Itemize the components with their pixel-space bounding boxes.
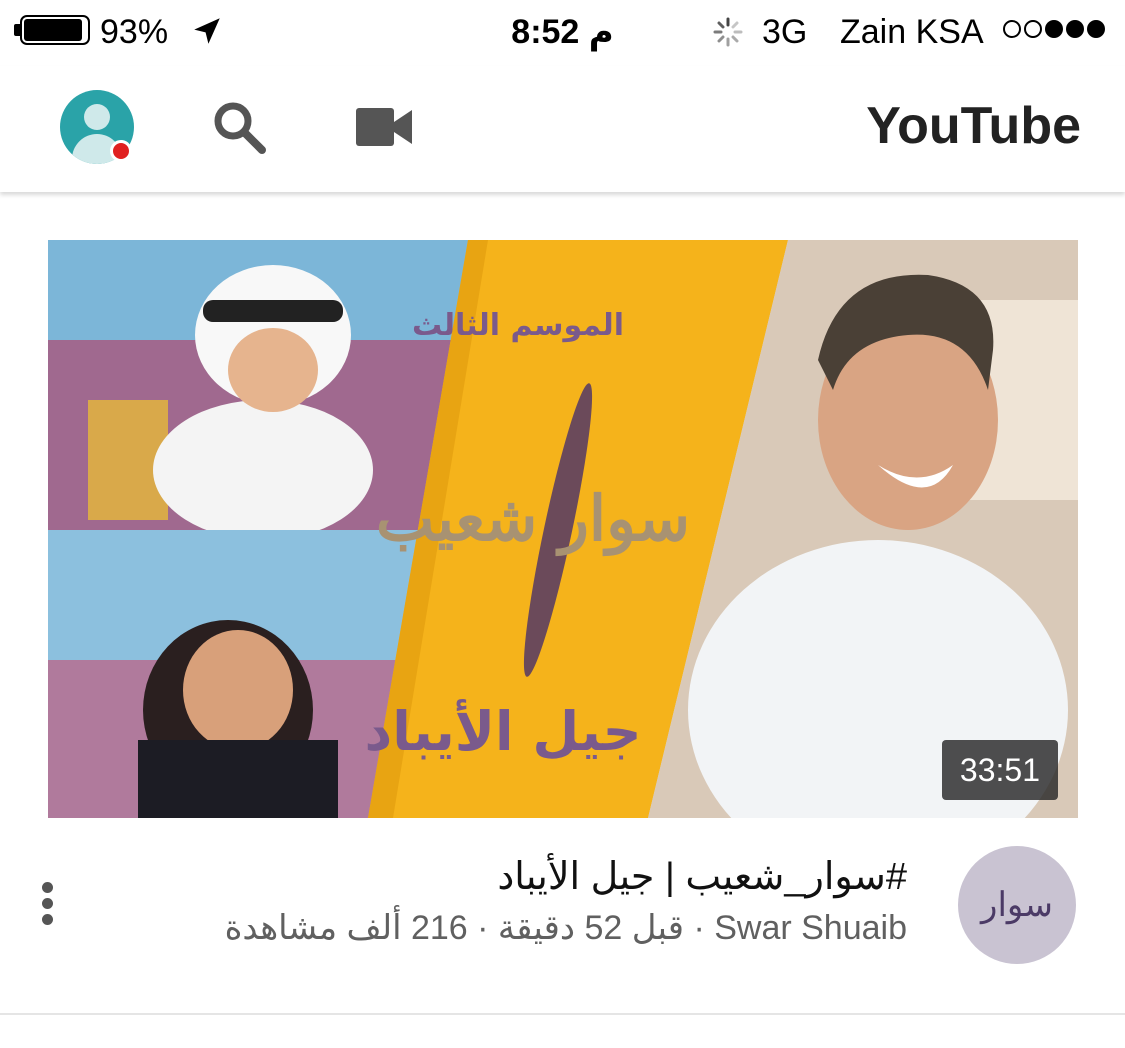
channel-name[interactable]: Swar Shuaib [714,909,907,947]
search-icon[interactable] [208,96,270,158]
video-meta: سوار شعيب #سوار_شعيب | جيل الأيباد قبل 5… [0,830,1125,980]
activity-spinner-icon [713,17,743,47]
notification-dot [110,140,132,162]
network-type: 3G [762,13,808,51]
thumbnail-logo-text: سوار شعيب [376,482,690,557]
app-bar: YouTube [0,66,1125,192]
video-thumbnail[interactable]: الموسم الثالث سوار شعيب جيل الأيباد 33:5… [48,240,1078,818]
signal-dot [1066,20,1084,38]
more-options-icon[interactable] [38,882,58,926]
video-views: 216 ألف مشاهدة [224,909,468,947]
video-title[interactable]: #سوار_شعيب | جيل الأيباد [497,854,907,900]
video-subtitle: قبل 52 دقيقة · 216 ألف مشاهدة · Swar Shu… [225,906,907,950]
thumbnail-art: الموسم الثالث سوار شعيب جيل الأيباد [48,240,1078,818]
signal-dot [1087,20,1105,38]
carrier-name: Zain KSA [840,13,984,51]
signal-dot [1024,20,1042,38]
separator: · [684,909,715,947]
thumbnail-episode-text: جيل الأيباد [365,699,642,763]
status-bar: 93% 8:52 م 3G Zain KSA [0,0,1125,66]
video-duration-badge: 33:51 [941,740,1058,800]
thumbnail-season-text: الموسم الثالث [412,308,624,343]
signal-strength-icon [1003,20,1109,44]
divider [0,1013,1125,1015]
signal-dot [1045,20,1063,38]
app-title: YouTube [866,97,1081,155]
channel-avatar[interactable]: سوار شعيب [958,846,1076,964]
video-camera-icon[interactable] [354,104,414,150]
signal-dot [1003,20,1021,38]
separator: · [467,909,498,947]
video-age: قبل 52 دقيقة [497,909,684,947]
channel-avatar-text: سوار شعيب [981,885,1053,925]
